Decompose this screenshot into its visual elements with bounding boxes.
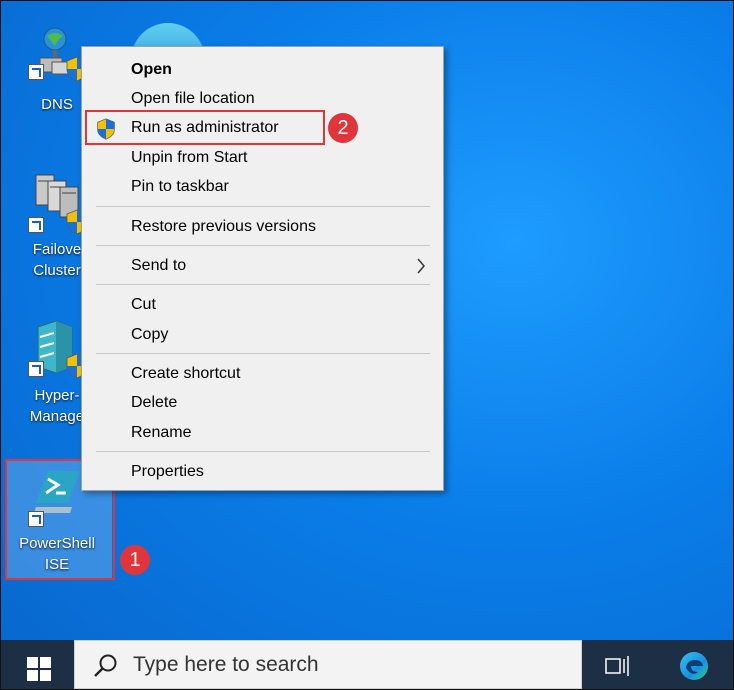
- menu-item-create-shortcut[interactable]: Create shortcut: [82, 360, 443, 388]
- menu-item-label: Rename: [131, 424, 192, 441]
- menu-item-label: Copy: [131, 326, 169, 343]
- windows-logo-icon[interactable]: [27, 657, 51, 681]
- menu-item-label: Open: [131, 61, 172, 78]
- dns-icon: [28, 26, 88, 82]
- search-icon: [94, 654, 117, 677]
- menu-item-label: Create shortcut: [131, 365, 241, 382]
- menu-item-label: Pin to taskbar: [131, 178, 229, 195]
- taskbar: Type here to search: [1, 640, 733, 689]
- menu-item-copy[interactable]: Copy: [82, 321, 443, 349]
- menu-item-send-to[interactable]: Send to: [82, 252, 443, 280]
- desktop: DNS Failove Cluster Hyper- Manage PowerS…: [0, 0, 734, 690]
- chevron-right-icon: [417, 258, 425, 274]
- edge-browser-icon[interactable]: [677, 650, 711, 682]
- step-badge-1: 1: [120, 545, 150, 575]
- shortcut-arrow-icon: [28, 64, 44, 80]
- menu-item-label: Properties: [131, 463, 204, 480]
- menu-item-open[interactable]: Open: [82, 56, 443, 84]
- menu-separator: [96, 353, 430, 354]
- search-placeholder: Type here to search: [133, 653, 319, 676]
- failover-cluster-icon: [28, 173, 88, 235]
- menu-item-cut[interactable]: Cut: [82, 291, 443, 319]
- shortcut-arrow-icon: [28, 217, 44, 233]
- step-badge-2: 2: [328, 113, 358, 143]
- menu-separator: [96, 284, 430, 285]
- menu-item-restore-previous-versions[interactable]: Restore previous versions: [82, 213, 443, 241]
- menu-item-label: Delete: [131, 394, 178, 411]
- menu-item-unpin-from-start[interactable]: Unpin from Start: [82, 144, 443, 172]
- highlight-box-step2: [85, 110, 325, 145]
- shortcut-arrow-icon: [28, 361, 44, 377]
- menu-item-label: Send to: [131, 257, 187, 274]
- taskbar-search-box[interactable]: Type here to search: [74, 640, 582, 689]
- task-view-icon[interactable]: [605, 656, 631, 676]
- menu-item-label: Unpin from Start: [131, 149, 248, 166]
- menu-item-label: Cut: [131, 296, 156, 313]
- hyperv-manager-icon: [28, 319, 88, 379]
- menu-item-pin-to-taskbar[interactable]: Pin to taskbar: [82, 173, 443, 201]
- menu-item-label: Open file location: [131, 90, 255, 107]
- menu-item-properties[interactable]: Properties: [82, 458, 443, 486]
- menu-item-open-file-location[interactable]: Open file location: [82, 85, 443, 113]
- menu-item-delete[interactable]: Delete: [82, 389, 443, 417]
- menu-separator: [96, 451, 430, 452]
- menu-separator: [96, 245, 430, 246]
- menu-separator: [96, 206, 430, 207]
- menu-item-label: Restore previous versions: [131, 218, 316, 235]
- menu-item-rename[interactable]: Rename: [82, 419, 443, 447]
